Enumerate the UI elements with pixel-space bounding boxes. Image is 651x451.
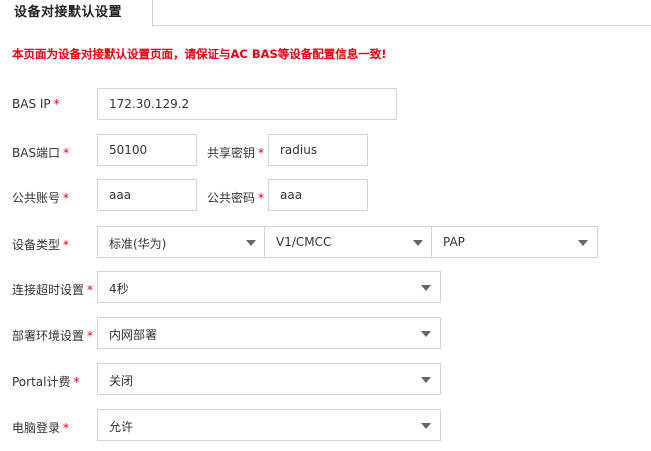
required-mark: * xyxy=(258,146,265,160)
chevron-down-icon xyxy=(413,240,423,246)
required-mark: * xyxy=(87,329,94,343)
required-mark: * xyxy=(258,191,265,205)
public-password-label: 公共密码 * xyxy=(207,191,265,205)
pc-login-label: 电脑登录 * xyxy=(12,421,70,435)
public-password-input[interactable]: aaa xyxy=(268,179,368,211)
bas-port-input[interactable]: 50100 xyxy=(97,134,197,166)
required-mark: * xyxy=(63,191,70,205)
required-mark: * xyxy=(53,97,60,111)
required-mark: * xyxy=(63,238,70,252)
device-vendor-select[interactable]: 标准(华为) xyxy=(97,226,266,258)
required-mark: * xyxy=(63,421,70,435)
timeout-select[interactable]: 4秒 xyxy=(97,271,441,303)
bas-ip-input[interactable]: 172.30.129.2 xyxy=(97,88,397,120)
timeout-label: 连接超时设置 * xyxy=(12,283,94,297)
deploy-env-select[interactable]: 内网部署 xyxy=(97,317,441,349)
auth-protocol-select[interactable]: PAP xyxy=(431,226,598,258)
shared-secret-label: 共享密钥 * xyxy=(207,146,265,160)
public-account-input[interactable]: aaa xyxy=(97,179,197,211)
chevron-down-icon xyxy=(421,331,431,337)
portal-billing-select[interactable]: 关闭 xyxy=(97,363,441,395)
chevron-down-icon xyxy=(246,240,256,246)
pc-login-select[interactable]: 允许 xyxy=(97,409,441,441)
tab-device-default-settings[interactable]: 设备对接默认设置 xyxy=(0,0,153,27)
chevron-down-icon xyxy=(578,240,588,246)
shared-secret-input[interactable]: radius xyxy=(268,134,368,166)
tab-label: 设备对接默认设置 xyxy=(14,5,123,20)
bas-ip-label: BAS IP * xyxy=(12,97,60,111)
public-account-label: 公共账号 * xyxy=(12,191,70,205)
portal-billing-label: Portal计费 * xyxy=(12,375,80,389)
deploy-env-label: 部署环境设置 * xyxy=(12,329,94,343)
required-mark: * xyxy=(73,375,80,389)
device-version-select[interactable]: V1/CMCC xyxy=(264,226,433,258)
chevron-down-icon xyxy=(421,285,431,291)
required-mark: * xyxy=(63,146,70,160)
required-mark: * xyxy=(87,283,94,297)
chevron-down-icon xyxy=(421,377,431,383)
chevron-down-icon xyxy=(421,423,431,429)
device-type-label: 设备类型 * xyxy=(12,238,70,252)
bas-port-label: BAS端口 * xyxy=(12,146,70,160)
tab-strip: 设备对接默认设置 xyxy=(0,0,651,27)
warning-notice: 本页面为设备对接默认设置页面，请保证与AC BAS等设备配置信息一致! xyxy=(12,47,387,61)
